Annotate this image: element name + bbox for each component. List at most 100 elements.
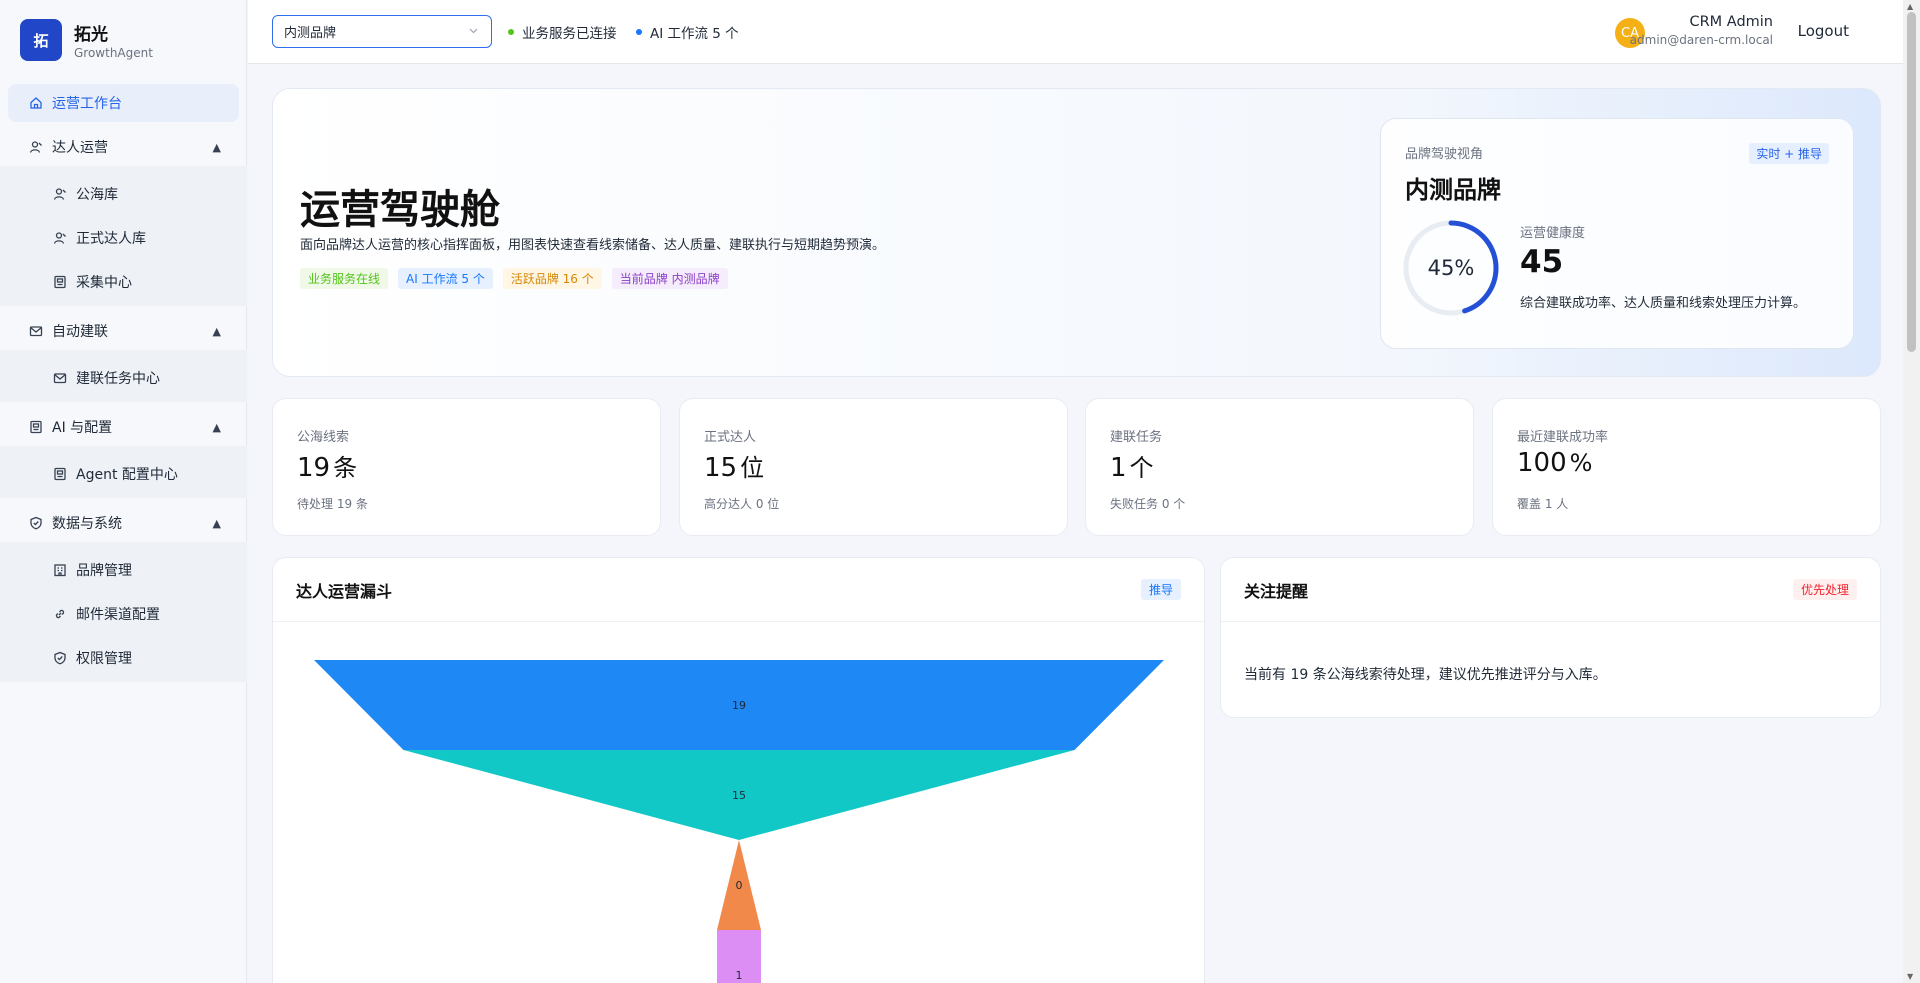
health-label: 运营健康度 [1520,226,1586,241]
status-service: 业务服务已连接 [508,22,617,42]
funnel-value-label: 1 [736,969,743,982]
funnel-panel-header: 达人运营漏斗 推导 [273,558,1204,622]
stat-sub: 失败任务 0 个 [1110,497,1186,511]
tag-active-brands: 活跃品牌 16 个 [502,268,602,289]
tag-service-online: 业务服务在线 [300,268,389,289]
scrollbar-thumb[interactable] [1907,12,1916,352]
app-logo: 拓 [20,19,62,61]
stat-value-row: 1个 [1110,448,1154,483]
page-scrollbar[interactable]: ▲ ▼ [1903,0,1920,983]
sidebar-group-auto-outreach[interactable]: 自动建联 ▲ [8,312,239,350]
alert-message: 当前有 19 条公海线索待处理，建议优先推进评分与入库。 [1244,667,1607,683]
sidebar-item-label: AI 与配置 [52,420,113,436]
brand-name: 内测品牌 [1405,176,1501,204]
sidebar-item-label: 数据与系统 [52,516,122,532]
sidebar-item-official-lib[interactable]: 正式达人库 [8,219,239,257]
sidebar-item-brand-mgmt[interactable]: 品牌管理 [8,551,239,589]
health-percent: 45% [1427,256,1475,280]
topbar: 内测品牌 业务服务已连接 AI 工作流 5 个 CA CRM Admin adm… [248,0,1903,64]
sidebar-item-task-center[interactable]: 建联任务中心 [8,359,239,397]
user-icon [28,139,44,155]
brand-header: 拓 拓光 GrowthAgent [0,0,246,80]
alert-title: 关注提醒 [1244,582,1309,601]
stat-sub: 待处理 19 条 [297,497,368,511]
sidebar-item-label: 权限管理 [76,651,132,667]
stat-card-public-leads: 公海线索 19 条 待处理 19 条 [272,398,661,536]
sidebar-item-label: 邮件渠道配置 [76,607,160,623]
funnel-panel: 达人运营漏斗 推导 19 15 0 1 [272,557,1205,983]
stat-value-row: 100% [1517,448,1592,478]
funnel-value-label: 0 [736,879,743,892]
stat-sub: 覆盖 1 人 [1517,497,1569,511]
sidebar-item-label: 正式达人库 [76,231,146,247]
sidebar-item-permission[interactable]: 权限管理 [8,639,239,677]
user-email: admin@daren-crm.local [1629,33,1773,47]
link-icon [52,606,68,622]
brand-select[interactable]: 内测品牌 [272,15,492,48]
sidebar-item-label: 采集中心 [76,275,132,291]
scroll-down-icon[interactable]: ▼ [1907,972,1913,981]
sidebar-group-data-system[interactable]: 数据与系统 ▲ [8,504,239,542]
scroll-up-icon[interactable]: ▲ [1907,2,1913,11]
sidebar-item-workspace[interactable]: 运营工作台 [8,84,239,122]
realtime-badge: 实时 + 推导 [1749,143,1829,164]
tag-current-brand: 当前品牌 内测品牌 [611,268,728,289]
stat-value: 100 [1517,448,1567,478]
shield-icon [52,650,68,666]
building-icon [52,562,68,578]
user-name: CRM Admin [1689,14,1773,30]
stat-value: 15 [704,453,738,483]
sidebar-item-label: 品牌管理 [76,563,132,579]
user-icon [52,186,68,202]
sidebar-group-creator-ops[interactable]: 达人运营 ▲ [8,128,239,166]
app-subtitle: GrowthAgent [74,46,153,60]
sidebar-item-public-pool[interactable]: 公海库 [8,175,239,213]
sidebar-item-label: 自动建联 [52,324,108,340]
sidebar-item-label: 公海库 [76,187,118,203]
stat-label: 建联任务 [1110,430,1163,445]
robot-icon [52,274,68,290]
logout-button[interactable]: Logout [1798,22,1849,40]
status-dot [636,29,642,35]
stat-unit: 个 [1129,454,1154,482]
funnel-chart: 19 15 0 1 [314,660,1164,983]
sidebar-item-collect-center[interactable]: 采集中心 [8,263,239,301]
funnel-badge: 推导 [1140,579,1181,600]
funnel-title: 达人运营漏斗 [296,582,393,601]
alert-panel: 关注提醒 优先处理 当前有 19 条公海线索待处理，建议优先推进评分与入库。 [1220,557,1881,718]
stat-card-outreach-tasks: 建联任务 1个 失败任务 0 个 [1085,398,1474,536]
stat-value: 1 [1110,453,1127,483]
stat-sub: 高分达人 0 位 [704,497,780,511]
shield-icon [28,515,44,531]
brand-view-label: 品牌驾驶视角 [1405,147,1484,162]
sidebar-item-label: Agent 配置中心 [76,467,178,483]
sidebar-item-label: 建联任务中心 [76,371,160,387]
chevron-up-icon: ▲ [212,516,221,530]
status-service-text: 业务服务已连接 [522,26,617,42]
alert-badge: 优先处理 [1792,579,1857,600]
sidebar-item-label: 运营工作台 [52,96,122,112]
sidebar-item-agent-center[interactable]: Agent 配置中心 [8,455,239,493]
app-name: 拓光 [74,25,108,45]
status-ai-text: AI 工作流 5 个 [650,26,739,42]
hero-tags: 业务服务在线 AI 工作流 5 个 活跃品牌 16 个 当前品牌 内测品牌 [300,268,738,289]
stat-value-row: 19 条 [297,448,357,483]
hero-section: 运营驾驶舱 面向品牌达人运营的核心指挥面板，用图表快速查看线索储备、达人质量、建… [272,88,1881,377]
sidebar-item-mail-config[interactable]: 邮件渠道配置 [8,595,239,633]
stat-unit: % [1569,449,1593,477]
user-icon [52,230,68,246]
page-description: 面向品牌达人运营的核心指挥面板，用图表快速查看线索储备、达人质量、建联执行与短期… [300,238,886,253]
tag-ai-workflow: AI 工作流 5 个 [398,268,493,289]
health-value: 45 [1520,244,1564,280]
mail-icon [28,323,44,339]
status-dot [508,29,514,35]
status-ai: AI 工作流 5 个 [636,22,739,42]
stat-unit: 条 [333,454,358,482]
sidebar-group-ai-config[interactable]: AI 与配置 ▲ [8,408,239,446]
chevron-up-icon: ▲ [212,420,221,434]
chevron-up-icon: ▲ [212,324,221,338]
sidebar: 拓 拓光 GrowthAgent 运营工作台 达人运营 ▲ 公海库 正式达人库 … [0,0,247,983]
brand-health-card: 品牌驾驶视角 实时 + 推导 内测品牌 45% 运营健康度 45 综合建联成功率… [1380,118,1854,349]
page-title: 运营驾驶舱 [300,187,500,233]
alert-panel-header: 关注提醒 优先处理 [1221,558,1880,622]
